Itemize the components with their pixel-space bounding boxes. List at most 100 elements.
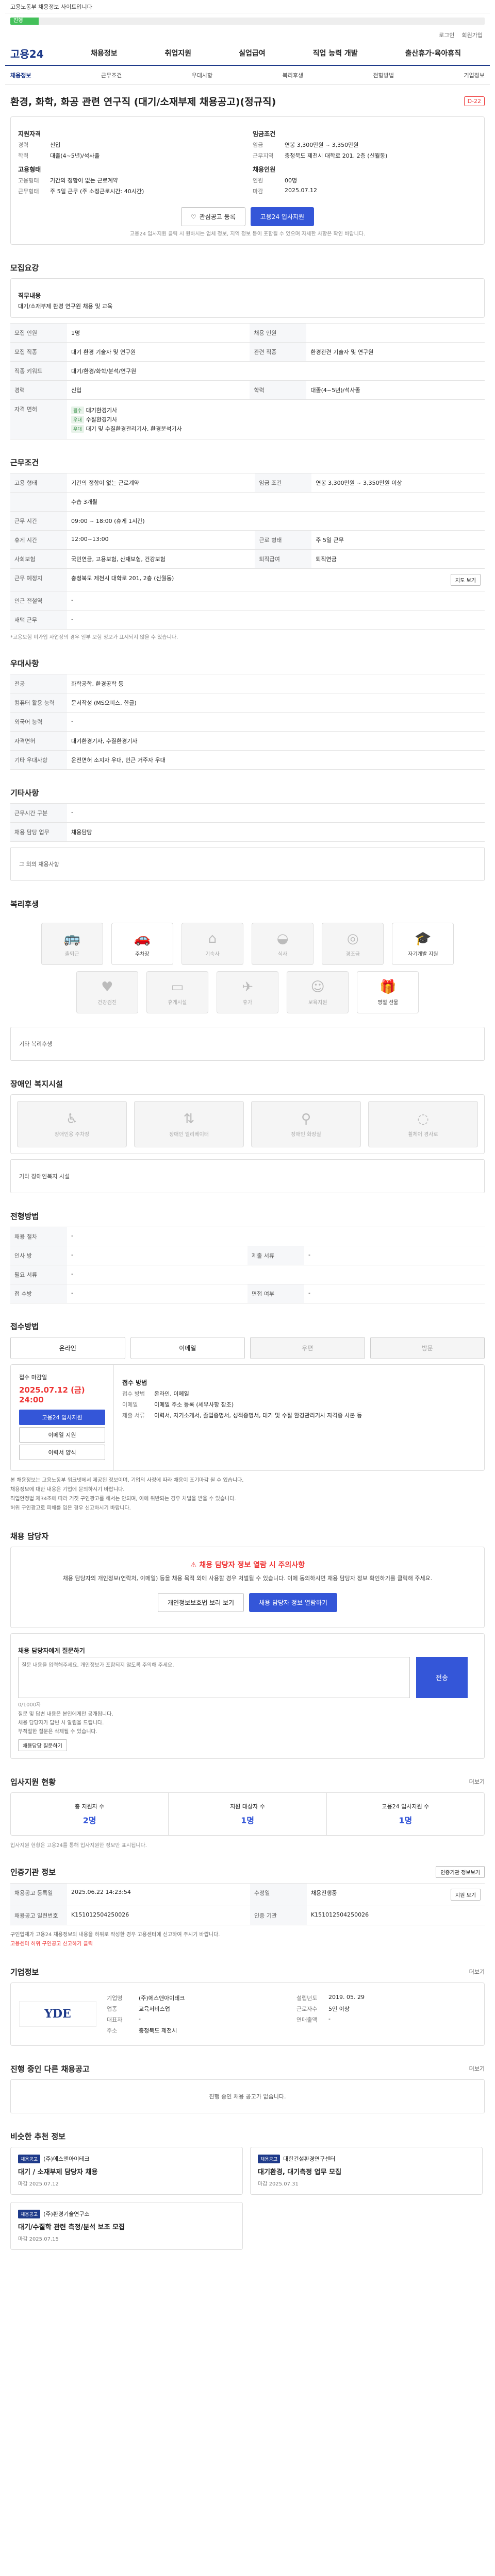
nav-item-benefit[interactable]: 실업급여 xyxy=(239,48,266,58)
apply-email-button[interactable]: 이메일 지원 xyxy=(19,1427,105,1443)
car-icon: 🚗 xyxy=(134,930,151,946)
summary-group-title: 임금조건 xyxy=(253,130,276,138)
tab-condition[interactable]: 근무조건 xyxy=(101,71,122,79)
table-value xyxy=(306,323,485,343)
kv-key: 기업명 xyxy=(107,1994,123,2002)
bullet-item: 본 채용정보는 고용노동부 워크넷에서 제공된 정보이며, 기업의 사정에 따라… xyxy=(10,1478,244,1483)
welfare-label: 자기개발 지원 xyxy=(408,951,438,957)
map-button[interactable]: 지도 보기 xyxy=(451,574,481,586)
duty-label: 직무내용 xyxy=(18,292,41,299)
card-title: 대기 / 소재부제 담당자 채용 xyxy=(18,2168,98,2176)
section-title-stats: 입사지원 현황 xyxy=(10,1777,56,1787)
recommend-list: 채용공고 (주)에스앤아이테크 대기 / 소재부제 담당자 채용 마감 2025.… xyxy=(10,2146,485,2250)
tab-welfare[interactable]: 복리후생 xyxy=(283,71,303,79)
recommend-card[interactable]: 채용공고 (주)환경기술연구소 대기/수질학 관련 측정/분석 보조 모집 마감 … xyxy=(10,2201,243,2250)
welfare-item: 🚌 출퇴근 xyxy=(41,923,103,965)
disabled-item: ⇅ 장애인 엘리베이터 xyxy=(134,1101,244,1147)
tab-selection[interactable]: 전형방법 xyxy=(373,71,394,79)
stat-label: 고용24 입사지원 수 xyxy=(382,1803,430,1810)
apply-online-button[interactable]: 고용24 입사지원 xyxy=(19,1410,105,1425)
kv-value: - xyxy=(139,2015,141,2022)
tab-recruit[interactable]: 채용정보 xyxy=(10,71,31,79)
house-icon: ⌂ xyxy=(208,930,217,946)
nav-item-leave[interactable]: 출산휴가·육아휴직 xyxy=(405,48,461,58)
elevator-icon: ⇅ xyxy=(183,1111,195,1127)
table-key: 접 수방 xyxy=(10,1284,67,1303)
report-link[interactable]: 고용센터 허위 구인공고 신고하기 클릭 xyxy=(10,1940,485,1949)
address-text: 충청북도 제천시 대학로 201, 2층 (신월동) xyxy=(71,575,174,582)
table-row: 외국어 능력 - xyxy=(10,712,485,732)
dday-badge: D-22 xyxy=(464,96,485,106)
resume-form-button[interactable]: 이력서 양식 xyxy=(19,1445,105,1460)
table-key: 사회보험 xyxy=(10,549,67,569)
view-contact-button[interactable]: 채용 담당자 정보 열람하기 xyxy=(249,1592,337,1612)
sofa-icon: ▭ xyxy=(171,979,184,995)
kv-value: 연봉 3,300만원 ~ 3,350만원 xyxy=(285,142,359,148)
stats-more-link[interactable]: 더보기 xyxy=(469,1777,485,1786)
cert-info-button[interactable]: 인증기관 정보보기 xyxy=(436,1866,485,1878)
disabled-item: ⚲ 장애인 화장실 xyxy=(251,1101,361,1147)
section-title-prefer: 우대사항 xyxy=(10,659,39,668)
cert-notes: 구인업체가 고용24 채용정보의 내용을 허위로 작성한 경우 고용센터에 신고… xyxy=(10,1930,485,1949)
kv-value: 충청북도 제천시 xyxy=(139,2027,177,2034)
card-deadline: 마감 2025.07.12 xyxy=(18,2181,59,2187)
table-row: 모집 인원 1명 채용 인원 xyxy=(10,323,485,343)
gift-icon: 🎁 xyxy=(380,979,397,995)
table-row: 채용 담당 업무 채용담당 xyxy=(10,822,485,842)
card-company: 대한건설환경연구센터 xyxy=(283,2155,336,2162)
table-key: 모집 직종 xyxy=(10,342,67,362)
scrap-button[interactable]: ♡ 관심공고 등록 xyxy=(180,207,245,226)
table-value: 2025.06.22 14:23:54 xyxy=(67,1883,250,1906)
table-value: - xyxy=(67,1227,485,1246)
welfare-item: 🚗 주차장 xyxy=(111,923,173,965)
table-row: 근무시간 구분 - xyxy=(10,803,485,823)
method-email[interactable]: 이메일 xyxy=(130,1337,245,1359)
apply-button[interactable]: 고용24 입사지원 xyxy=(250,207,315,226)
cert-name: 대기 및 수질환경관리기사, 환경분석기사 xyxy=(86,426,182,432)
kv-key: 근무형태 xyxy=(18,188,39,195)
top-notice: 고용노동부 채용정보 사이트입니다 xyxy=(5,0,490,13)
disabled-label: 장애인 엘리베이터 xyxy=(169,1131,209,1138)
send-button[interactable]: 전송 xyxy=(416,1656,468,1698)
table-row: 근무 예정지 충청북도 제천시 대학로 201, 2층 (신월동) 지도 보기 xyxy=(10,568,485,591)
section-title-contact: 채용 담당자 xyxy=(10,1532,49,1541)
nav-item-support[interactable]: 취업지원 xyxy=(165,48,192,58)
site-logo[interactable]: 고용24 xyxy=(10,46,67,61)
recommend-card[interactable]: 채용공고 (주)에스앤아이테크 대기 / 소재부제 담당자 채용 마감 2025.… xyxy=(10,2146,243,2195)
table-value: - xyxy=(67,712,485,732)
signup-link[interactable]: 회원가입 xyxy=(462,31,483,39)
table-value: 대기/환경/화학/분석/연구원 xyxy=(67,361,485,381)
table-row: 고용 형태 기간의 정함이 없는 근로계약 임금 조건 연봉 3,300만원 ~ 3,… xyxy=(10,473,485,493)
cert-name: 대기환경기사 xyxy=(86,407,118,414)
privacy-law-button[interactable]: 개인정보보호법 보러 보기 xyxy=(158,1592,244,1612)
method-online[interactable]: 온라인 xyxy=(10,1337,125,1359)
nav-item-jobs[interactable]: 채용정보 xyxy=(91,48,118,58)
kv-key: 이메일 xyxy=(122,1401,138,1408)
welfare-item: ▭ 휴게시설 xyxy=(146,971,208,1013)
view-support-button[interactable]: 지원 보기 xyxy=(451,1888,481,1901)
login-link[interactable]: 로그인 xyxy=(439,31,454,39)
tab-company[interactable]: 기업정보 xyxy=(464,71,484,79)
company-more-link[interactable]: 더보기 xyxy=(469,1968,485,1976)
ongoing-empty: 진행 중인 채용 공고가 없습니다. xyxy=(10,2079,485,2113)
tab-prefer[interactable]: 우대사항 xyxy=(192,71,212,79)
welfare-extra: 기타 복리후생 xyxy=(10,1027,485,1061)
duty-text: 대기/소재부제 환경 연구원 채용 및 교육 xyxy=(18,303,113,310)
disabled-item: ◌ 휠체어 경사로 xyxy=(368,1101,478,1147)
ask-button[interactable]: 채용담당 질문하기 xyxy=(18,1739,67,1751)
section-title-cert: 인증기관 정보 xyxy=(10,1867,56,1877)
table-row: 경력 신입 학력 대졸(4~5년)/석사졸 xyxy=(10,380,485,400)
table-value: 대기환경기사, 수질환경기사 xyxy=(67,731,485,751)
table-key: 채용공고 일련번호 xyxy=(10,1905,67,1925)
table-row: 자격 면허 필수 대기환경기사 우대 수질환경기사 우대 대기 및 수질환경관리기사,… xyxy=(10,399,485,439)
kv-key: 접수 방법 xyxy=(122,1391,145,1397)
nav-item-training[interactable]: 직업 능력 개발 xyxy=(313,48,358,58)
recommend-card[interactable]: 채용공고 대한건설환경연구센터 대기환경, 대기측정 업무 모집 마감 2025.… xyxy=(250,2146,483,2195)
kv-value: 주 5일 근무 (주 소정근로시간: 40시간) xyxy=(50,188,144,195)
question-input[interactable] xyxy=(18,1656,410,1698)
card-title: 대기/수질학 관련 측정/분석 보조 모집 xyxy=(18,2223,125,2231)
ongoing-more-link[interactable]: 더보기 xyxy=(469,2064,485,2073)
table-key: 인증 기관 xyxy=(250,1905,307,1925)
table-value: - xyxy=(67,610,485,630)
card-company: (주)에스앤아이테크 xyxy=(43,2155,90,2162)
